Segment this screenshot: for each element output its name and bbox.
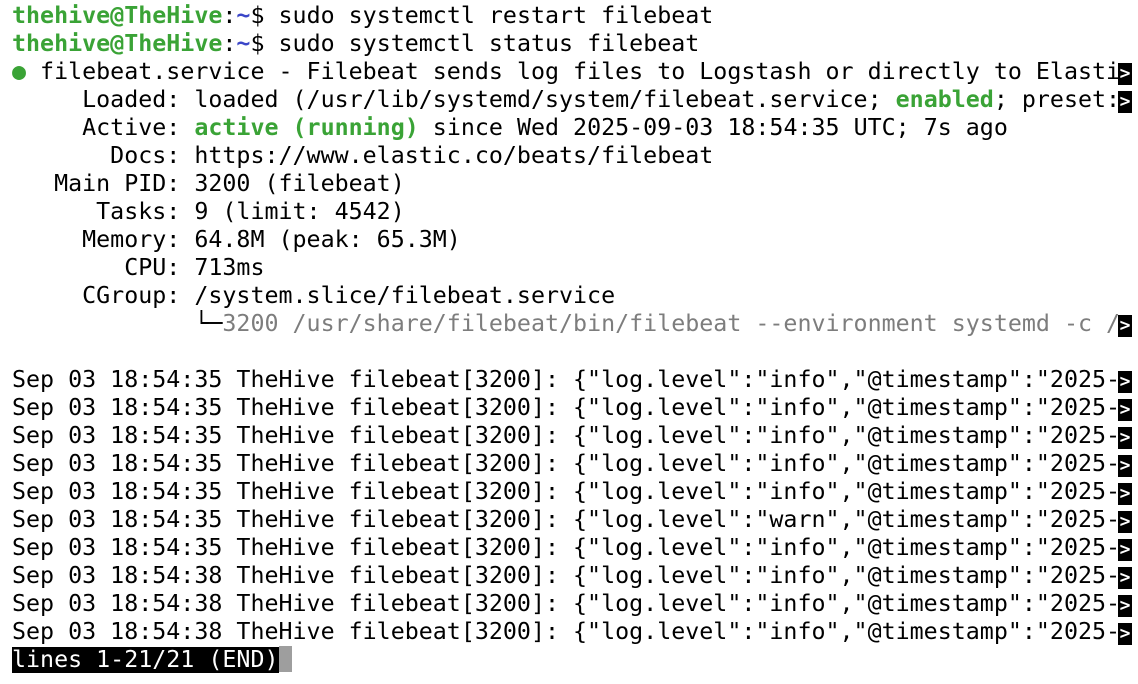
prompt-separator: : (222, 30, 237, 57)
log-line: Sep 03 18:54:38 TheHive filebeat[3200]: … (12, 590, 1138, 618)
truncation-marker-icon: > (1118, 315, 1132, 337)
active-state: active (running) (194, 114, 419, 141)
log-text: Sep 03 18:54:35 TheHive filebeat[3200]: … (12, 366, 1121, 393)
truncation-marker-icon: > (1118, 595, 1132, 617)
prompt-separator: : (222, 2, 237, 29)
truncation-marker-icon: > (1118, 399, 1132, 421)
cgroup-process-line: └─3200 /usr/share/filebeat/bin/filebeat … (12, 310, 1138, 338)
log-text: Sep 03 18:54:38 TheHive filebeat[3200]: … (12, 562, 1121, 589)
terminal-cursor[interactable] (278, 646, 292, 672)
pager-status-line[interactable]: lines 1-21/21 (END) (12, 646, 1138, 674)
log-text: Sep 03 18:54:35 TheHive filebeat[3200]: … (12, 422, 1121, 449)
service-header-line: ● filebeat.service - Filebeat sends log … (12, 58, 1138, 86)
tree-branch-icon: └─ (12, 310, 223, 337)
truncation-marker-icon: > (1118, 427, 1132, 449)
log-line: Sep 03 18:54:35 TheHive filebeat[3200]: … (12, 422, 1138, 450)
log-text: Sep 03 18:54:38 TheHive filebeat[3200]: … (12, 618, 1121, 645)
log-text: Sep 03 18:54:35 TheHive filebeat[3200]: … (12, 506, 1121, 533)
service-description: filebeat.service - Filebeat sends log fi… (26, 58, 1121, 85)
truncation-marker-icon: > (1118, 567, 1132, 589)
truncation-marker-icon: > (1118, 483, 1132, 505)
main-pid-line: Main PID: 3200 (filebeat) (12, 170, 405, 197)
active-label: Active: (12, 114, 195, 141)
log-line: Sep 03 18:54:35 TheHive filebeat[3200]: … (12, 366, 1138, 394)
prompt-user: thehive@TheHive (12, 2, 223, 29)
truncation-marker-icon: > (1118, 371, 1132, 393)
command-text: sudo systemctl restart filebeat (278, 2, 714, 29)
memory-line: Memory: 64.8M (peak: 65.3M) (12, 226, 461, 253)
pager-status: lines 1-21/21 (END) (12, 646, 279, 673)
terminal-window[interactable]: thehive@TheHive:~$ sudo systemctl restar… (0, 0, 1138, 684)
truncation-marker-icon: > (1118, 455, 1132, 477)
prompt-symbol: $ (250, 30, 279, 57)
prompt-path: ~ (236, 2, 251, 29)
command-line-restart: thehive@TheHive:~$ sudo systemctl restar… (12, 2, 1138, 30)
tasks-line: Tasks: 9 (limit: 4542) (12, 198, 405, 225)
prompt-symbol: $ (250, 2, 279, 29)
log-text: Sep 03 18:54:35 TheHive filebeat[3200]: … (12, 394, 1121, 421)
truncation-marker-icon: > (1118, 63, 1132, 85)
log-line: Sep 03 18:54:35 TheHive filebeat[3200]: … (12, 478, 1138, 506)
truncation-marker-icon: > (1118, 511, 1132, 533)
log-text: Sep 03 18:54:35 TheHive filebeat[3200]: … (12, 534, 1121, 561)
log-line: Sep 03 18:54:35 TheHive filebeat[3200]: … (12, 450, 1138, 478)
enabled-state: enabled (895, 86, 994, 113)
command-line-status: thehive@TheHive:~$ sudo systemctl status… (12, 30, 1138, 58)
loaded-path: loaded (/usr/lib/systemd/system/filebeat… (194, 86, 896, 113)
active-since: since Wed 2025-09-03 18:54:35 UTC; 7s ag… (418, 114, 1008, 141)
truncation-marker-icon: > (1118, 91, 1132, 113)
active-line: Active: active (running) since Wed 2025-… (12, 114, 1138, 142)
log-line: Sep 03 18:54:35 TheHive filebeat[3200]: … (12, 394, 1138, 422)
log-line: Sep 03 18:54:35 TheHive filebeat[3200]: … (12, 506, 1138, 534)
log-text: Sep 03 18:54:38 TheHive filebeat[3200]: … (12, 590, 1121, 617)
service-status-dot-icon: ● (12, 58, 27, 85)
loaded-label: Loaded: (12, 86, 195, 113)
truncation-marker-icon: > (1118, 539, 1132, 561)
command-text: sudo systemctl status filebeat (278, 30, 700, 57)
cpu-line: CPU: 713ms (12, 254, 265, 281)
loaded-preset: ; preset: (993, 86, 1121, 113)
cgroup-line: CGroup: /system.slice/filebeat.service (12, 282, 616, 309)
truncation-marker-icon: > (1118, 623, 1132, 645)
cgroup-process: 3200 /usr/share/filebeat/bin/filebeat --… (222, 310, 1121, 337)
log-line: Sep 03 18:54:38 TheHive filebeat[3200]: … (12, 618, 1138, 646)
docs-line: Docs: https://www.elastic.co/beats/fileb… (12, 142, 714, 169)
log-text: Sep 03 18:54:35 TheHive filebeat[3200]: … (12, 450, 1121, 477)
log-line: Sep 03 18:54:35 TheHive filebeat[3200]: … (12, 534, 1138, 562)
loaded-line: Loaded: loaded (/usr/lib/systemd/system/… (12, 86, 1138, 114)
prompt-path: ~ (236, 30, 251, 57)
prompt-user: thehive@TheHive (12, 30, 223, 57)
log-text: Sep 03 18:54:35 TheHive filebeat[3200]: … (12, 478, 1121, 505)
log-line: Sep 03 18:54:38 TheHive filebeat[3200]: … (12, 562, 1138, 590)
